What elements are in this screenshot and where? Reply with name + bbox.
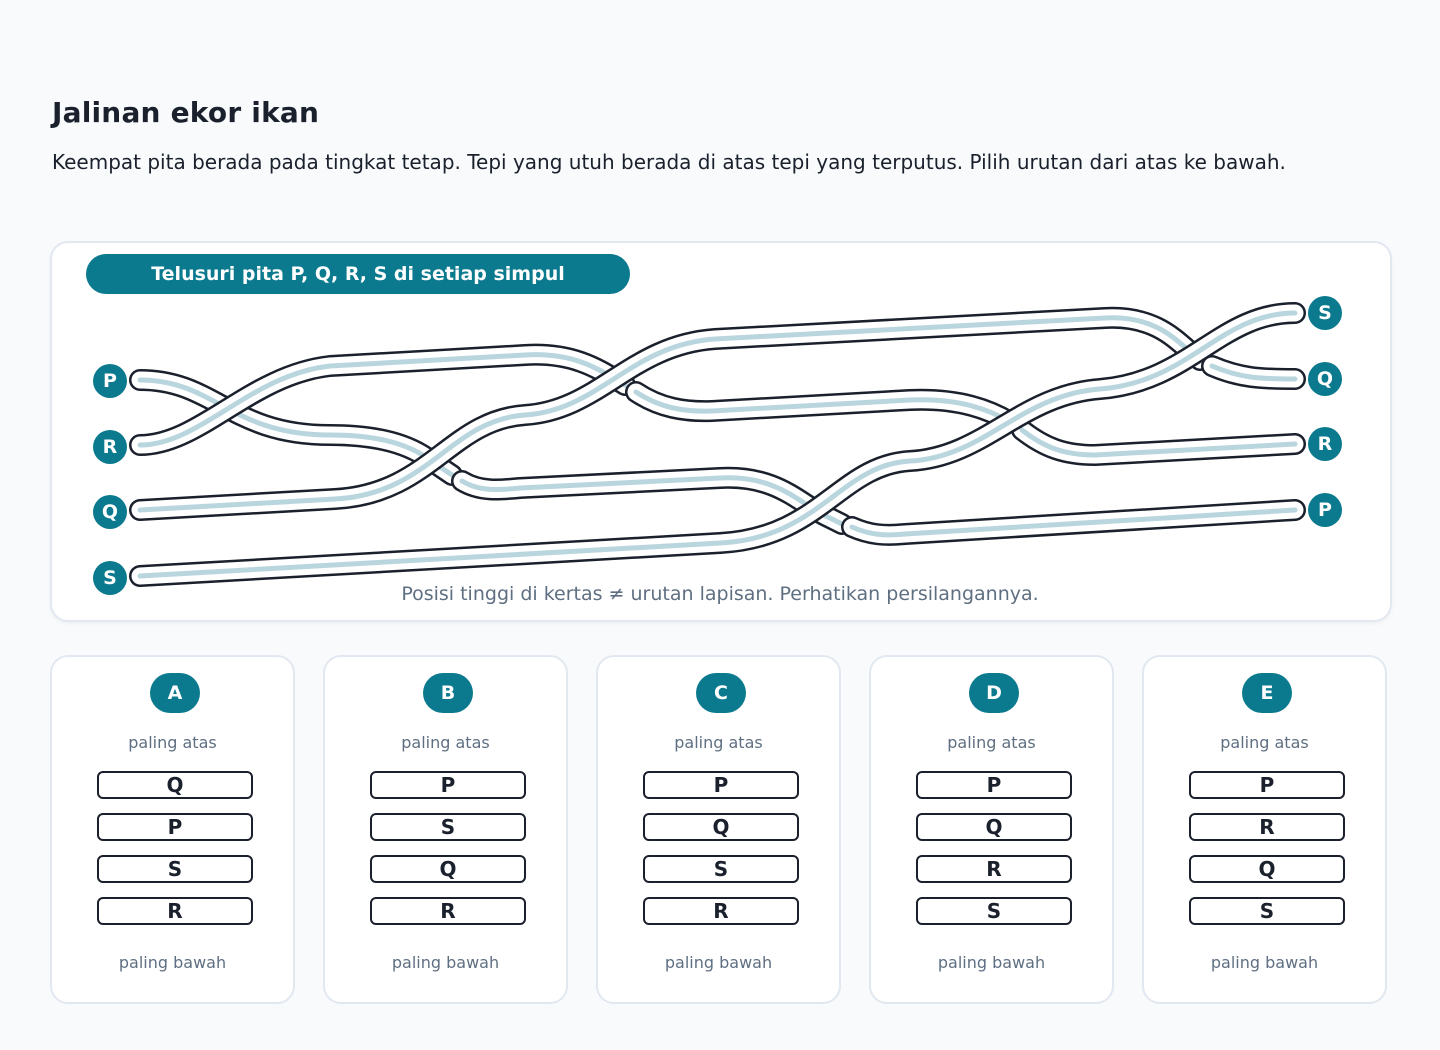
layer-item: P — [1189, 771, 1345, 799]
top-label: paling atas — [947, 733, 1036, 752]
layer-order-list: P Q R S — [916, 771, 1072, 939]
layer-item: P — [97, 813, 253, 841]
layer-item: Q — [916, 813, 1072, 841]
option-letter-badge: B — [423, 673, 473, 713]
top-label: paling atas — [128, 733, 217, 752]
layer-item: S — [916, 897, 1072, 925]
layer-item: S — [1189, 897, 1345, 925]
bottom-label: paling bawah — [391, 953, 500, 972]
layer-item: R — [1189, 813, 1345, 841]
layer-order-list: P R Q S — [1189, 771, 1345, 939]
layer-order-list: P S Q R — [370, 771, 526, 939]
instructions-text: Keempat pita berada pada tingkat tetap. … — [52, 150, 1286, 174]
bottom-label: paling bawah — [664, 953, 773, 972]
right-label-s: S — [1308, 296, 1342, 330]
option-letter-badge: E — [1242, 673, 1292, 713]
bottom-label: paling bawah — [1210, 953, 1319, 972]
right-label-q: Q — [1308, 362, 1342, 396]
option-a-card[interactable]: A paling atas Q P S R paling bawah — [50, 655, 295, 1004]
layer-item: Q — [370, 855, 526, 883]
option-d-card[interactable]: D paling atas P Q R S paling bawah — [869, 655, 1114, 1004]
layer-order-list: P Q S R — [643, 771, 799, 939]
top-label: paling atas — [401, 733, 490, 752]
diagram-caption: Posisi tinggi di kertas ≠ urutan lapisan… — [401, 583, 1039, 605]
option-e-card[interactable]: E paling atas P R Q S paling bawah — [1142, 655, 1387, 1004]
layer-item: R — [370, 897, 526, 925]
option-letter-badge: C — [696, 673, 746, 713]
option-letter-badge: A — [150, 673, 200, 713]
layer-item: S — [97, 855, 253, 883]
diagram-banner: Telusuri pita P, Q, R, S di setiap simpu… — [86, 254, 630, 294]
left-label-r: R — [93, 430, 127, 464]
top-label: paling atas — [1220, 733, 1309, 752]
layer-item: R — [916, 855, 1072, 883]
layer-item: P — [370, 771, 526, 799]
option-b-card[interactable]: B paling atas P S Q R paling bawah — [323, 655, 568, 1004]
page-title: Jalinan ekor ikan — [52, 96, 320, 129]
layer-item: P — [916, 771, 1072, 799]
layer-item: R — [97, 897, 253, 925]
layer-item: S — [370, 813, 526, 841]
right-label-r: R — [1308, 427, 1342, 461]
bottom-label: paling bawah — [937, 953, 1046, 972]
left-label-p: P — [93, 364, 127, 398]
answer-options: A paling atas Q P S R paling bawah B pal… — [50, 655, 1390, 1005]
option-c-card[interactable]: C paling atas P Q S R paling bawah — [596, 655, 841, 1004]
layer-item: S — [643, 855, 799, 883]
layer-item: Q — [643, 813, 799, 841]
bottom-label: paling bawah — [118, 953, 227, 972]
layer-item: Q — [97, 771, 253, 799]
layer-item: R — [643, 897, 799, 925]
layer-item: P — [643, 771, 799, 799]
braid-diagram-panel — [50, 241, 1392, 622]
top-label: paling atas — [674, 733, 763, 752]
layer-order-list: Q P S R — [97, 771, 253, 939]
left-label-q: Q — [93, 495, 127, 529]
option-letter-badge: D — [969, 673, 1019, 713]
right-label-p: P — [1308, 493, 1342, 527]
layer-item: Q — [1189, 855, 1345, 883]
